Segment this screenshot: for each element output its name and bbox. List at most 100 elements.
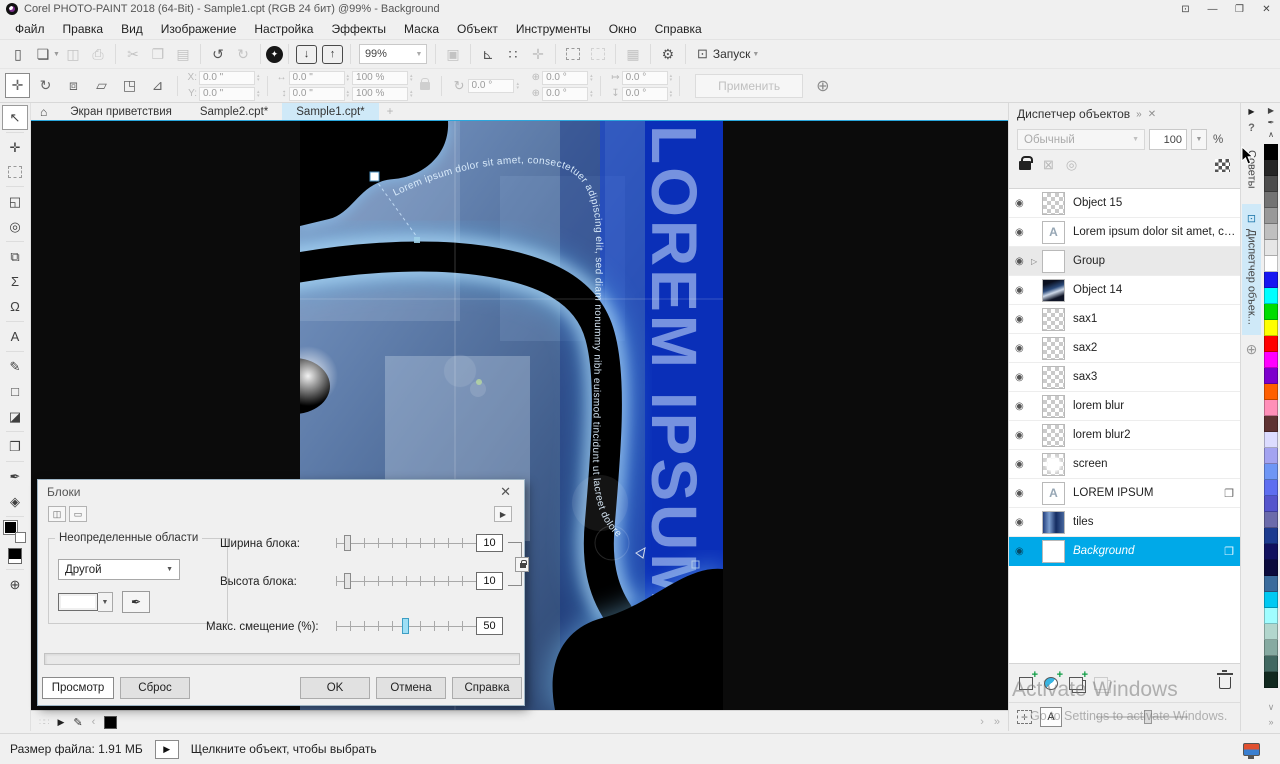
rotate-mode-button[interactable]: ↻ [33,73,58,98]
thumbnail-border-icon[interactable]: ⊠ [1043,157,1054,173]
object-row[interactable]: ◉ALorem ipsum dolor sit amet, conse... [1009,218,1241,247]
rulers-button[interactable]: ⊾ [476,43,500,65]
zoom-tool[interactable]: ◎ [2,214,28,239]
undefined-areas-select[interactable]: Другой▼ [58,559,180,580]
object-marquee-button[interactable] [591,48,605,60]
width-spinner[interactable] [347,74,350,82]
tab-sample2[interactable]: Sample2.cpt* [186,103,282,120]
palette-swatch[interactable] [1264,544,1278,560]
visibility-eye-icon[interactable]: ◉ [1015,256,1031,267]
rotation-angle-input[interactable] [468,79,514,93]
guidelines-button[interactable]: ✛ [526,43,550,65]
x-spinner[interactable] [257,74,260,82]
cancel-button[interactable]: Отмена [376,677,446,699]
skew-mode-button[interactable]: ▱ [89,73,114,98]
more-tools-button[interactable]: ⊕ [2,572,28,597]
block-width-slider[interactable] [336,535,476,551]
expander-icon[interactable]: ▷ [1031,257,1042,266]
add-docker-button[interactable]: ⊕ [1246,341,1258,358]
menu-item-10[interactable]: Справка [646,19,711,39]
paint-color-swatch[interactable] [8,548,22,564]
chevron-left-icon[interactable]: ‹ [92,716,96,728]
palette-swatch[interactable] [1264,224,1278,240]
current-color-swatch[interactable] [104,716,117,729]
scale-y-spinner[interactable] [410,90,413,98]
block-width-input[interactable] [476,534,503,552]
center-y-input[interactable] [542,87,588,101]
import-button[interactable]: ↓ [296,45,317,64]
docker-tab-tips[interactable]: Советы [1243,140,1261,198]
corel-launcher-icon[interactable]: ✦ [266,46,283,63]
copy-button[interactable]: ❐ [146,43,170,65]
skew-vertical-input[interactable] [622,87,668,101]
visibility-eye-icon[interactable]: ◉ [1015,401,1031,412]
visibility-eye-icon[interactable]: ◉ [1015,488,1031,499]
close-button[interactable]: ✕ [1253,0,1280,18]
new-object-button[interactable] [1019,677,1033,690]
y-position-input[interactable] [199,87,255,101]
undo-button[interactable]: ↺ [206,43,230,65]
print-button[interactable]: ⎙ [86,43,110,65]
object-row[interactable]: ◉screen [1009,450,1241,479]
image-sprayer-tool[interactable]: Σ [2,269,28,294]
object-height-input[interactable] [289,87,345,101]
pen-icon[interactable]: ✎ [73,716,82,729]
text-tool[interactable]: A [2,324,28,349]
x-position-input[interactable] [199,71,255,85]
palette-swatch[interactable] [1264,528,1278,544]
object-row[interactable]: ◉lorem blur2 [1009,421,1241,450]
palette-swatch[interactable] [1264,320,1278,336]
object-width-input[interactable] [289,71,345,85]
region-color-dropdown[interactable]: ▼ [98,592,113,612]
menu-item-9[interactable]: Окно [600,19,646,39]
new-lens-button[interactable] [1044,677,1058,690]
palette-swatch[interactable] [1264,160,1278,176]
palette-swatch[interactable] [1264,256,1278,272]
palette-swatch[interactable] [1264,432,1278,448]
palette-swatch[interactable] [1264,208,1278,224]
tab-sample1[interactable]: Sample1.cpt* [282,103,378,120]
lock-checker-icon[interactable] [1215,159,1230,172]
clip-mask-icon[interactable]: ◎ [1066,157,1077,173]
perspective-mode-button[interactable]: ⊿ [145,73,170,98]
object-row[interactable]: ◉sax1 [1009,305,1241,334]
scale-y-input[interactable] [352,87,408,101]
menu-item-1[interactable]: Правка [54,19,113,39]
skew-horizontal-input[interactable] [622,71,668,85]
palette-swatch[interactable] [1264,272,1278,288]
crop-tool[interactable]: ◱ [2,189,28,214]
eraser-tool[interactable]: ◪ [2,404,28,429]
object-row[interactable]: ◉lorem blur [1009,392,1241,421]
transparency-grid-button[interactable]: ▦ [621,43,645,65]
palette-swatch[interactable] [1264,448,1278,464]
background-color-swatch[interactable] [15,532,26,543]
edit-text-mode-button[interactable]: A [1040,707,1062,727]
palette-swatch[interactable] [1264,608,1278,624]
main-color-swatches[interactable] [4,521,26,543]
split-preview-button[interactable]: ◫ [48,506,66,522]
chevron-right-icon[interactable]: › [980,716,984,728]
palette-swatch[interactable] [1264,560,1278,576]
skew-h-spinner[interactable] [670,74,673,82]
visibility-eye-icon[interactable]: ◉ [1015,285,1031,296]
palette-swatch[interactable] [1264,592,1278,608]
mask-marquee-button[interactable] [566,48,580,60]
docker-tab-object-manager[interactable]: ⊡ Диспетчер объек... [1242,204,1261,334]
palette-swatch[interactable] [1264,576,1278,592]
fullscreen-preview-button[interactable]: ▣ [441,43,465,65]
scale-lock-icon[interactable] [420,82,430,90]
scale-x-input[interactable] [352,71,408,85]
palette-swatch[interactable] [1264,496,1278,512]
rectangle-mask-tool[interactable] [8,166,22,178]
palette-swatch[interactable] [1264,240,1278,256]
max-offset-input[interactable] [476,617,503,635]
height-spinner[interactable] [347,90,350,98]
tab-home[interactable]: ⌂ [31,103,56,120]
menu-item-0[interactable]: Файл [6,19,54,39]
link-lock-button[interactable] [515,557,529,572]
selection-handle[interactable] [370,172,379,181]
path-node[interactable] [414,237,420,243]
thumbnail-size-slider[interactable] [1096,710,1188,724]
region-color-swatch[interactable] [58,593,98,611]
palette-swatch[interactable] [1264,672,1278,688]
